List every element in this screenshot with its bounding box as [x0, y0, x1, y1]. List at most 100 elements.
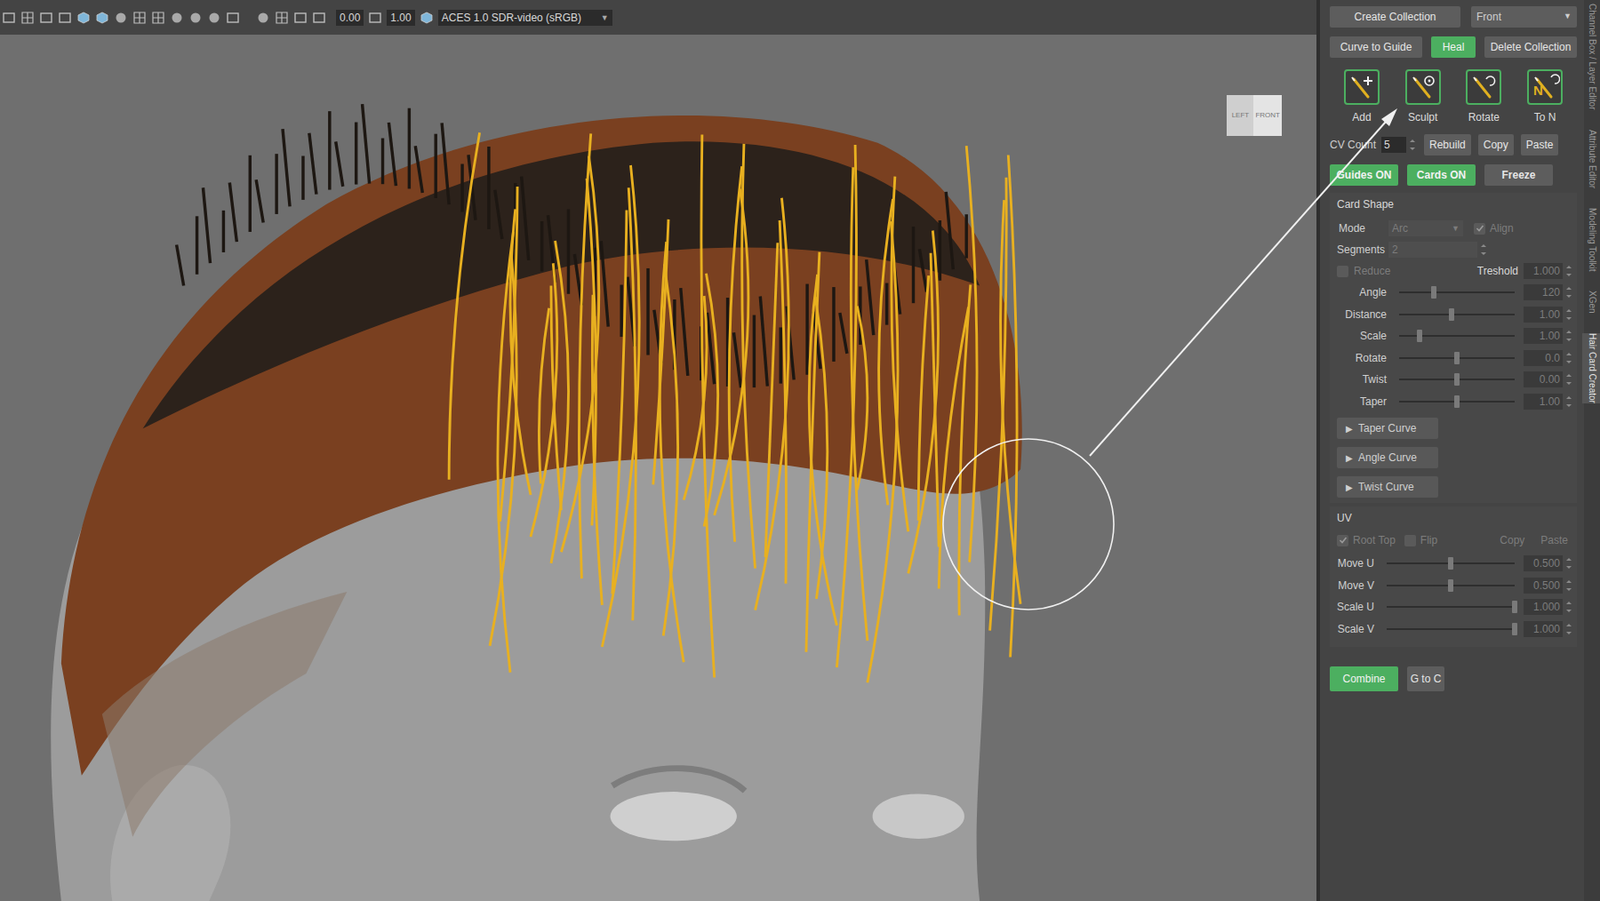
spinner[interactable] [1564, 306, 1574, 323]
slider-track[interactable] [1399, 400, 1515, 403]
slider-thumb[interactable] [1448, 308, 1455, 321]
slider-field[interactable]: 0.0 [1523, 350, 1563, 367]
slider-thumb[interactable] [1431, 286, 1437, 299]
spinner[interactable] [1564, 284, 1574, 301]
slider-field[interactable]: 120 [1523, 284, 1563, 301]
threshold-field[interactable]: 1.000 [1523, 263, 1563, 280]
slider-thumb[interactable] [1448, 557, 1454, 570]
spinner[interactable] [1564, 350, 1574, 367]
toolbar-tool-icon[interactable] [132, 10, 147, 25]
slider-field[interactable]: 0.500 [1523, 577, 1563, 594]
spinner[interactable] [1479, 241, 1488, 258]
panel-button[interactable]: Rebuild [1424, 134, 1472, 156]
view-cube-face[interactable]: LEFT [1226, 95, 1254, 136]
panel-button[interactable]: Create Collection [1329, 6, 1461, 28]
tool-button[interactable]: Add [1338, 69, 1385, 126]
checkbox[interactable] [1473, 223, 1486, 235]
slider-track[interactable] [1399, 313, 1515, 316]
panel-button[interactable]: Heal [1431, 36, 1476, 58]
uv-paste-button[interactable]: Paste [1540, 532, 1568, 549]
side-tab[interactable]: Hair Card Creator [1582, 333, 1600, 404]
slider-thumb[interactable] [1454, 373, 1460, 386]
side-tab[interactable]: Modeling Toolkit [1582, 208, 1600, 272]
spinner[interactable] [1564, 555, 1574, 572]
color-space-dropdown[interactable]: ACES 1.0 SDR-video (sRGB)▼ [438, 9, 613, 26]
slider-track[interactable] [1399, 335, 1515, 337]
toolbar-tool-icon[interactable] [113, 10, 128, 25]
curve-expander[interactable]: ▶Taper Curve [1336, 417, 1439, 440]
segments-field[interactable]: 2 [1388, 241, 1478, 258]
slider-field[interactable]: 1.00 [1523, 328, 1563, 344]
panel-button[interactable]: Cards ON [1407, 164, 1476, 186]
gamma-field[interactable]: 1.00 [386, 9, 415, 26]
slider-field[interactable]: 0.00 [1523, 371, 1563, 388]
checkbox[interactable] [1404, 535, 1416, 547]
toolbar-tool-icon[interactable] [188, 10, 203, 25]
spinner[interactable] [1408, 136, 1417, 153]
tool-icon-box[interactable] [1405, 69, 1441, 105]
slider-field[interactable]: 0.500 [1523, 555, 1563, 572]
slider-track[interactable] [1386, 584, 1515, 587]
toolbar-tool-icon[interactable] [1, 10, 16, 25]
tool-icon-box[interactable]: N [1527, 69, 1563, 105]
slider-track[interactable] [1399, 291, 1515, 294]
spinner[interactable] [1564, 263, 1574, 280]
tool-button[interactable]: Sculpt [1400, 69, 1447, 126]
toolbar-tool-icon[interactable] [57, 10, 72, 25]
spinner[interactable] [1564, 393, 1574, 410]
mode-dropdown[interactable]: Arc▼ [1388, 220, 1464, 237]
toolbar-tool-icon[interactable] [225, 10, 240, 25]
panel-button[interactable]: Guides ON [1329, 164, 1399, 186]
panel-button[interactable]: G to C [1407, 666, 1445, 692]
toolbar-tool-icon[interactable] [20, 10, 35, 25]
checkbox[interactable] [1336, 535, 1349, 547]
checkbox[interactable] [1336, 265, 1349, 278]
toolbar-tool-icon[interactable] [169, 10, 184, 25]
panel-button[interactable]: Paste [1520, 134, 1560, 156]
spinner[interactable] [1564, 599, 1574, 616]
panel-button[interactable]: Copy [1478, 134, 1514, 156]
cv-count-field[interactable]: 5 [1381, 136, 1407, 153]
curve-expander[interactable]: ▶Angle Curve [1336, 447, 1439, 469]
toolbar-tool-icon[interactable] [95, 10, 110, 25]
panel-button[interactable]: Combine [1329, 666, 1399, 692]
view-cube[interactable]: LEFTFRONT [1226, 95, 1282, 136]
slider-field[interactable]: 1.000 [1523, 621, 1563, 638]
curve-expander[interactable]: ▶Twist Curve [1336, 476, 1439, 498]
slider-thumb[interactable] [1454, 352, 1460, 365]
slider-thumb[interactable] [1512, 623, 1518, 636]
view-dropdown[interactable]: Front▼ [1471, 6, 1577, 28]
toolbar-tool-icon[interactable] [76, 10, 91, 25]
exposure-field[interactable]: 0.00 [336, 9, 364, 26]
toolbar-tool-icon[interactable] [312, 10, 327, 25]
toolbar-tool-icon[interactable] [39, 10, 54, 25]
view-cube-face[interactable]: FRONT [1253, 95, 1282, 136]
toolbar-tool-icon[interactable] [274, 10, 289, 25]
spinner[interactable] [1564, 328, 1574, 344]
slider-track[interactable] [1399, 357, 1515, 360]
slider-field[interactable]: 1.00 [1523, 306, 1563, 323]
panel-button[interactable]: Delete Collection [1484, 36, 1577, 58]
spinner[interactable] [1564, 371, 1574, 388]
slider-thumb[interactable] [1416, 329, 1423, 343]
slider-thumb[interactable] [1512, 600, 1518, 614]
side-tab[interactable]: Attribute Editor [1582, 129, 1600, 189]
slider-track[interactable] [1386, 628, 1515, 631]
viewport[interactable]: LEFTFRONT [0, 34, 1317, 901]
tool-button[interactable]: NTo N [1521, 69, 1568, 126]
side-tab[interactable]: XGen [1582, 290, 1600, 314]
spinner[interactable] [1564, 621, 1574, 638]
toolbar-tool-icon[interactable] [207, 10, 222, 25]
toolbar-tool-icon[interactable] [151, 10, 166, 25]
slider-thumb[interactable] [1454, 395, 1460, 408]
toolbar-tool-icon[interactable] [368, 10, 383, 25]
panel-button[interactable]: Freeze [1484, 164, 1553, 186]
tool-button[interactable]: Rotate [1460, 69, 1507, 126]
panel-button[interactable]: Curve to Guide [1329, 36, 1423, 58]
slider-track[interactable] [1399, 378, 1515, 381]
slider-track[interactable] [1386, 562, 1515, 565]
toolbar-tool-icon[interactable] [256, 10, 271, 25]
side-tab[interactable]: Channel Box / Layer Editor [1582, 3, 1600, 111]
slider-field[interactable]: 1.00 [1523, 393, 1563, 410]
slider-field[interactable]: 1.000 [1523, 599, 1563, 616]
